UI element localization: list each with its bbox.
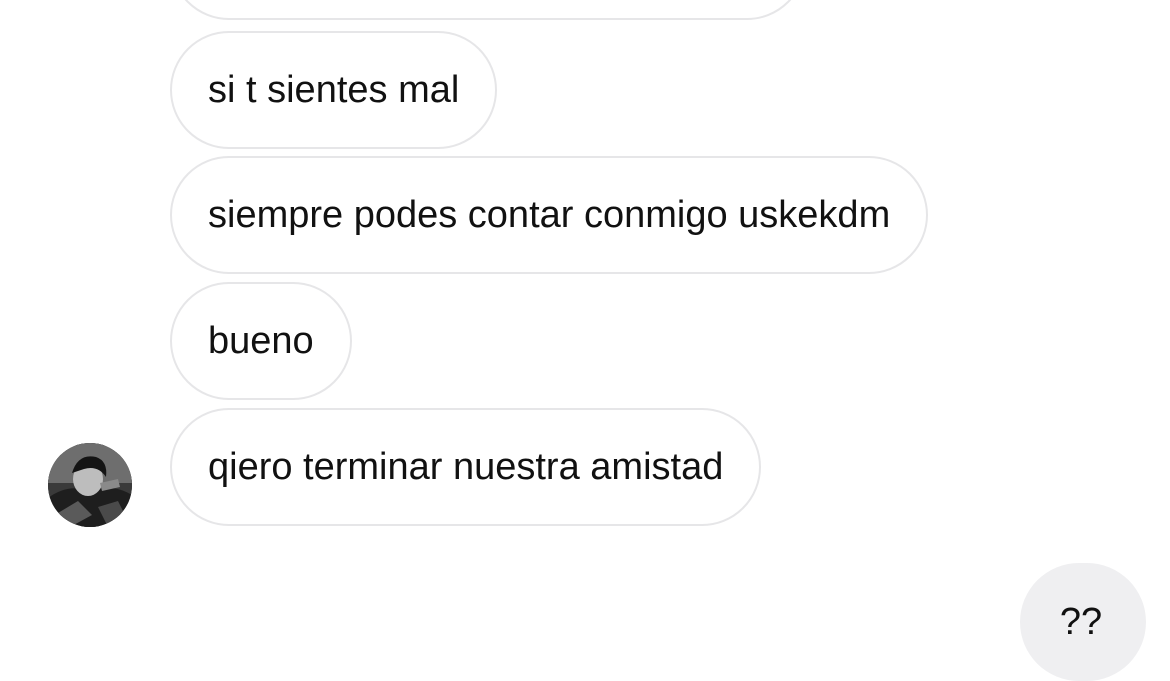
message-text: si t sientes mal: [208, 69, 460, 111]
message-text: ??: [1059, 600, 1103, 643]
received-message-bubble: bueno: [170, 282, 352, 400]
message-text: siempre podes contar conmigo uskekdm: [208, 194, 891, 236]
received-message-bubble: siempre podes contar conmigo uskekdm: [170, 156, 929, 274]
avatar-photo-icon: [48, 443, 132, 527]
received-message-bubble: si t sientes mal: [170, 31, 498, 149]
received-message-bubble-partial: [170, 0, 806, 20]
received-message-bubble: qiero terminar nuestra amistad: [170, 408, 762, 526]
message-text: qiero terminar nuestra amistad: [208, 446, 724, 488]
message-text: bueno: [208, 320, 314, 362]
sender-avatar[interactable]: [48, 443, 132, 527]
sent-message-bubble: ??: [1020, 563, 1146, 681]
